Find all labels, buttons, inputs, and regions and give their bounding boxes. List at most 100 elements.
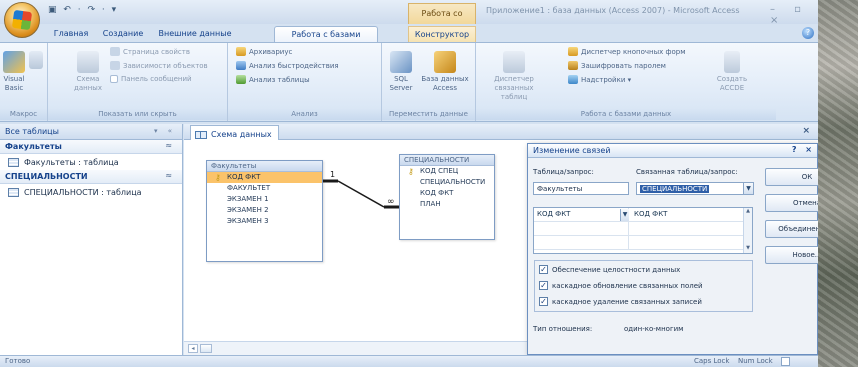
cascade-delete-checkbox[interactable]: ✓ каскадное удаление связанных записей	[539, 296, 702, 307]
grid-cell[interactable]	[631, 236, 744, 250]
table-row	[534, 236, 744, 250]
chevron-down-icon[interactable]: ▼	[743, 183, 753, 194]
scroll-left-icon[interactable]: ◂	[188, 344, 198, 353]
office-logo-icon	[11, 9, 33, 31]
many-symbol: ∞	[387, 197, 395, 207]
relationships-icon	[77, 51, 99, 73]
close-icon[interactable]: ×	[802, 126, 810, 136]
tab-home[interactable]: Главная	[52, 26, 90, 42]
access-database-button[interactable]: База данных Access	[420, 51, 470, 93]
field-item[interactable]: ФАКУЛЬТЕТ	[207, 183, 322, 194]
chevron-down-icon[interactable]: ▼	[620, 209, 629, 221]
join-type-button[interactable]: Объединение...	[765, 220, 818, 238]
field-item[interactable]: ЭКЗАМЕН 3	[207, 216, 322, 227]
scroll-down-icon[interactable]: ▼	[744, 245, 752, 253]
window-controls[interactable]: – ▫ ×	[770, 4, 818, 26]
field-item[interactable]: КОД ФКТ	[400, 188, 494, 199]
run-macro-button[interactable]	[26, 51, 46, 71]
run-macro-icon	[29, 51, 43, 69]
view-icon[interactable]	[781, 357, 790, 366]
table-query-label: Таблица/запрос:	[533, 168, 594, 176]
enforce-integrity-checkbox[interactable]: ✓ Обеспечение целостности данных	[539, 264, 680, 275]
group-move-data: SQL Server База данных Access Переместит…	[382, 43, 476, 121]
field-list-title[interactable]: Факультеты	[207, 161, 322, 172]
field-list-title[interactable]: СПЕЦИАЛЬНОСТИ	[400, 155, 494, 166]
visual-basic-icon	[3, 51, 25, 73]
scroll-thumb[interactable]	[200, 344, 212, 353]
tab-external-data[interactable]: Внешние данные	[158, 26, 232, 42]
property-sheet-button[interactable]: Страница свойств	[110, 47, 190, 56]
dialog-title-bar[interactable]: Изменение связей ? ×	[528, 144, 817, 158]
tab-design[interactable]: Конструктор	[408, 26, 476, 42]
nav-header-title: Все таблицы	[5, 127, 59, 136]
context-tab-label: Работа со связями	[408, 3, 476, 37]
office-button[interactable]	[4, 2, 40, 38]
grid-cell[interactable]	[534, 236, 629, 250]
switchboard-manager-button[interactable]: Диспетчер кнопочных форм	[568, 47, 685, 56]
documenter-button[interactable]: Архивариус	[236, 47, 292, 56]
checkbox-icon	[110, 75, 118, 83]
nav-group-faculties[interactable]: Факультеты ≈	[0, 140, 182, 154]
access-window: ▣ ↶ · ↷ · ▾ Работа со связями Приложение…	[0, 0, 818, 367]
table-analyzer-icon	[236, 75, 246, 84]
relationships-button[interactable]: Схема данных	[74, 51, 102, 93]
cancel-button[interactable]: Отмена	[765, 194, 818, 212]
nav-group-specialties[interactable]: СПЕЦИАЛЬНОСТИ ≈	[0, 170, 182, 184]
grid-cell[interactable]: КОД ФКТ	[534, 208, 629, 222]
object-dependencies-button[interactable]: Зависимости объектов	[110, 61, 208, 70]
field-item[interactable]: ЭКЗАМЕН 1	[207, 194, 322, 205]
message-bar-checkbox[interactable]: Панель сообщений	[110, 75, 192, 83]
accde-icon	[724, 51, 740, 73]
performance-analyzer-button[interactable]: Анализ быстродействия	[236, 61, 339, 70]
nav-item-faculties-table[interactable]: Факультеты : таблица	[0, 154, 182, 170]
quick-access-toolbar[interactable]: ▣ ↶ · ↷ · ▾	[48, 5, 118, 15]
help-icon[interactable]: ?	[802, 27, 814, 39]
lock-icon	[568, 61, 578, 70]
field-list-faculties[interactable]: Факультеты ⚷ КОД ФКТ ФАКУЛЬТЕТ ЭКЗАМЕН 1 …	[206, 160, 323, 262]
table-query-select[interactable]: Факультеты	[533, 182, 629, 195]
add-ins-button[interactable]: Надстройки ▾	[568, 75, 631, 84]
performance-icon	[236, 61, 246, 70]
grid-cell[interactable]	[534, 222, 629, 236]
create-new-button[interactable]: Новое...	[765, 246, 818, 264]
linked-table-manager-button[interactable]: Диспетчер связанных таблиц	[482, 51, 546, 102]
one-symbol: 1	[330, 170, 335, 179]
field-mapping-grid[interactable]: КОД ФКТ ▼ КОД ФКТ ▲ ▼	[533, 207, 753, 254]
group-label-move-data: Переместить данные	[382, 109, 475, 120]
field-item[interactable]: ⚷ КОД СПЕЦ	[400, 166, 494, 177]
nav-header-controls[interactable]: ▾ «	[154, 127, 176, 135]
ribbon-tabs: Главная Создание Внешние данные Работа с…	[0, 24, 818, 54]
field-item[interactable]: СПЕЦИАЛЬНОСТИ	[400, 177, 494, 188]
nav-header[interactable]: Все таблицы ▾ «	[0, 124, 182, 140]
tab-database-tools[interactable]: Работа с базами данных	[274, 26, 378, 54]
group-analyze: Архивариус Анализ быстродействия Анализ …	[228, 43, 382, 121]
group-database-tools: Диспетчер связанных таблиц Диспетчер кно…	[476, 43, 818, 121]
sql-server-button[interactable]: SQL Server	[386, 51, 416, 93]
make-accde-button[interactable]: Создать ACCDE	[714, 51, 750, 93]
relationship-line[interactable]	[337, 180, 385, 208]
ok-button[interactable]: ОК	[765, 168, 818, 186]
dialog-controls[interactable]: ? ×	[792, 145, 815, 154]
grid-cell[interactable]: КОД ФКТ	[631, 208, 744, 222]
related-table-select[interactable]: СПЕЦИАЛЬНОСТИ ▼	[636, 182, 754, 195]
field-list-specialties[interactable]: СПЕЦИАЛЬНОСТИ ⚷ КОД СПЕЦ СПЕЦИАЛЬНОСТИ КО…	[399, 154, 495, 240]
relationship-type-value: один-ко-многим	[624, 325, 684, 333]
grid-cell[interactable]	[631, 222, 744, 236]
nav-item-specialties-table[interactable]: СПЕЦИАЛЬНОСТИ : таблица	[0, 184, 182, 200]
field-item[interactable]: ⚷ КОД ФКТ	[207, 172, 322, 183]
table-analyzer-button[interactable]: Анализ таблицы	[236, 75, 310, 84]
checkmark-icon: ✓	[539, 265, 548, 274]
checkmark-icon: ✓	[539, 281, 548, 290]
tab-create[interactable]: Создание	[100, 26, 146, 42]
field-item[interactable]: ЭКЗАМЕН 2	[207, 205, 322, 216]
group-macro: Visual Basic Макрос	[0, 43, 48, 121]
grid-scrollbar[interactable]: ▲ ▼	[743, 208, 752, 253]
documenter-icon	[236, 47, 246, 56]
scroll-up-icon[interactable]: ▲	[744, 208, 752, 216]
visual-basic-button[interactable]: Visual Basic	[3, 51, 25, 93]
tab-relationships[interactable]: Схема данных	[190, 125, 279, 140]
field-item[interactable]: ПЛАН	[400, 199, 494, 210]
encrypt-password-button[interactable]: Зашифровать паролем	[568, 61, 666, 70]
cascade-update-checkbox[interactable]: ✓ каскадное обновление связанных полей	[539, 280, 703, 291]
checkmark-icon: ✓	[539, 297, 548, 306]
